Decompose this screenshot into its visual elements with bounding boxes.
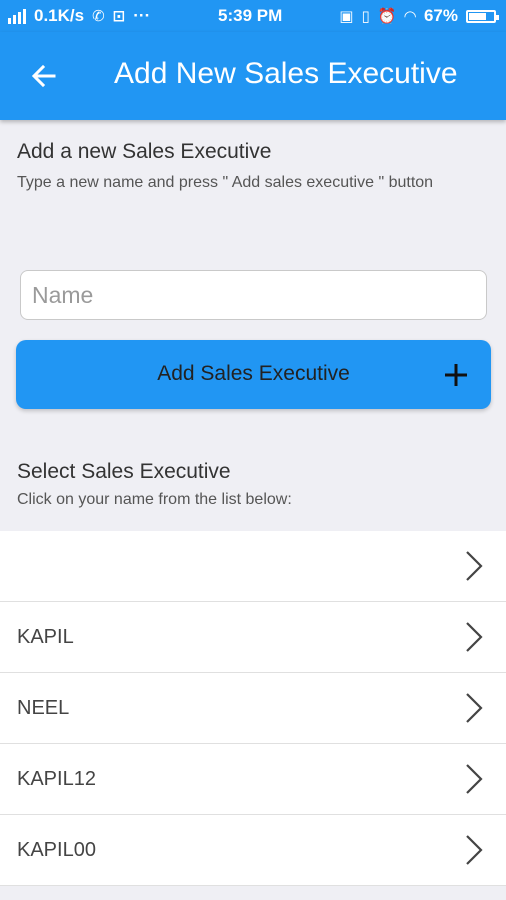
select-section-instruction: Click on your name from the list below: — [17, 491, 292, 508]
vibrate-icon: ▯ — [361, 7, 370, 25]
list-item[interactable] — [0, 531, 506, 602]
add-sales-executive-button[interactable]: Add Sales Executive — [16, 340, 491, 409]
list-item-label: KAPIL — [17, 626, 74, 648]
alarm-icon: ⏰ — [377, 7, 397, 25]
sim-icon: ▣ — [339, 7, 354, 25]
list-item[interactable]: KAPIL12 — [0, 744, 506, 815]
battery-icon — [466, 9, 499, 23]
status-time: 5:39 PM — [218, 6, 283, 25]
whatsapp-icon: ✆ — [92, 7, 105, 25]
status-bar: 0.1K/s ✆ ⊡ ··· 5:39 PM ▣ ▯ ⏰ ◠ 67% — [0, 0, 506, 32]
list-item-label: NEEL — [17, 697, 70, 719]
chevron-right-icon — [466, 835, 483, 865]
chevron-right-icon — [466, 622, 483, 652]
list-item[interactable]: KAPIL00 — [0, 815, 506, 886]
network-speed: 0.1K/s — [34, 6, 85, 25]
more-notifications-icon: ··· — [133, 6, 151, 25]
list-item-label: KAPIL12 — [17, 768, 96, 790]
plus-icon — [445, 364, 467, 386]
page-title: Add New Sales Executive — [114, 57, 458, 90]
signal-icon — [8, 8, 26, 24]
wifi-icon: ◠ — [404, 7, 416, 25]
name-input[interactable] — [20, 270, 487, 320]
add-button-label: Add Sales Executive — [157, 362, 350, 385]
chevron-right-icon — [466, 764, 483, 794]
back-button[interactable] — [28, 56, 68, 96]
status-right: ▣ ▯ ⏰ ◠ 67% — [339, 6, 499, 26]
add-section-instruction: Type a new name and press " Add sales ex… — [17, 174, 434, 191]
select-section-heading: Select Sales Executive — [17, 460, 231, 483]
chevron-right-icon — [466, 693, 483, 723]
battery-percent: 67% — [423, 6, 458, 25]
chevron-right-icon — [466, 551, 483, 581]
status-left: 0.1K/s ✆ ⊡ ··· — [8, 6, 150, 26]
add-section-heading: Add a new Sales Executive — [17, 140, 272, 163]
arrow-left-icon — [31, 64, 56, 88]
screenshot-icon: ⊡ — [112, 7, 126, 25]
executive-list: KAPIL NEEL KAPIL12 KAPIL00 — [0, 531, 506, 886]
list-item[interactable]: KAPIL — [0, 602, 506, 673]
list-item-label: KAPIL00 — [17, 839, 96, 861]
app-bar: Add New Sales Executive — [0, 32, 506, 120]
list-item[interactable]: NEEL — [0, 673, 506, 744]
